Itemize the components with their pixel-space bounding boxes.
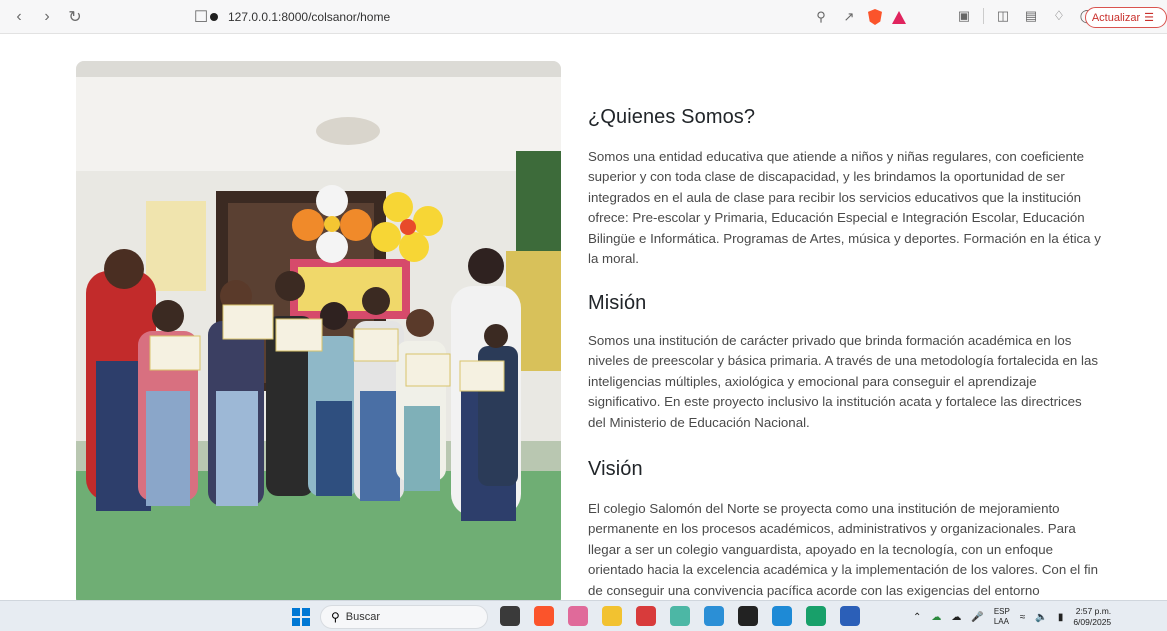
clock[interactable]: 2:57 p.m. 6/09/2025 <box>1073 606 1111 628</box>
battery-icon[interactable]: ▮ <box>1058 612 1064 623</box>
address-bar-actions: ⚲ ↗ <box>812 8 906 26</box>
clock-time: 2:57 p.m. <box>1075 606 1112 616</box>
search-icon: ⚲ <box>331 610 340 624</box>
url-text[interactable]: 127.0.0.1:8000/colsanor/home <box>228 10 390 24</box>
site-info-icon[interactable] <box>210 13 218 21</box>
forward-icon[interactable]: › <box>36 6 58 28</box>
app-icon[interactable] <box>670 606 690 626</box>
onedrive-icon[interactable]: ☁ <box>931 612 941 623</box>
word-icon[interactable] <box>840 606 860 626</box>
copilot-icon[interactable] <box>568 606 588 626</box>
vision-text: El colegio Salomón del Norte se proyecta… <box>588 501 1098 598</box>
toolbar-divider <box>983 8 984 24</box>
group-photo <box>76 61 561 606</box>
vscode-icon[interactable] <box>772 606 792 626</box>
file-explorer-icon[interactable] <box>602 606 622 626</box>
clock-date: 6/09/2025 <box>1073 617 1112 627</box>
back-icon[interactable]: ‹ <box>8 6 30 28</box>
browser-toolbar: ‹ › ↻ ☐ 127.0.0.1:8000/colsanor/home ⚲ ↗… <box>0 0 1167 34</box>
share-icon[interactable]: ↗ <box>840 8 858 26</box>
address-bar[interactable]: 127.0.0.1:8000/colsanor/home ⚲ ↗ <box>210 6 906 28</box>
nav-buttons: ‹ › ↻ <box>8 6 86 28</box>
update-label: Actualizar <box>1091 11 1141 24</box>
search-label: Buscar <box>345 611 381 623</box>
taskbar-apps <box>500 606 860 626</box>
menu-icon: ☰ <box>1144 12 1154 24</box>
about-text: Somos una entidad educativa que atiende … <box>588 149 1101 267</box>
language-top: ESP <box>993 607 1010 616</box>
group-photo-image <box>76 61 561 606</box>
volume-icon[interactable]: 🔈 <box>1035 612 1047 623</box>
windows-taskbar: ⚲ Buscar ⌃ ☁ ☁ 🎤 ESP LAA ≈ 🔈 ▮ 2:57 p.m.… <box>0 600 1167 631</box>
update-button[interactable]: Actualizar ☰ <box>1084 7 1167 28</box>
terminal-icon[interactable] <box>738 606 758 626</box>
sidebar-icon[interactable]: ◫ <box>994 7 1012 25</box>
wallet-icon[interactable]: ▤ <box>1022 7 1040 25</box>
cloud-sync-icon[interactable]: ☁ <box>951 612 961 623</box>
browser-app-icon[interactable] <box>704 606 724 626</box>
system-tray: ⌃ ☁ ☁ 🎤 ESP LAA ≈ 🔈 ▮ 2:57 p.m. 6/09/202… <box>913 606 1111 628</box>
vision-title: Visión <box>588 458 643 480</box>
taskbar-search[interactable]: ⚲ Buscar <box>320 605 488 629</box>
about-title: ¿Quienes Somos? <box>588 106 756 128</box>
windows-start-icon[interactable] <box>292 608 310 626</box>
anydesk-icon[interactable] <box>636 606 656 626</box>
language-indicator[interactable]: ESP LAA <box>994 607 1010 627</box>
mission-title: Misión <box>588 292 647 314</box>
reader-mode-icon[interactable]: ▣ <box>955 7 973 25</box>
extensions-icon[interactable]: ♢ <box>1050 7 1068 25</box>
browser-tools: ▣ ◫ ▤ ♢ ◯ <box>955 7 1096 25</box>
brave-browser-icon[interactable] <box>534 606 554 626</box>
reload-icon[interactable]: ↻ <box>64 6 86 28</box>
mission-text: Somos una institución de carácter privad… <box>588 333 1099 430</box>
chevron-up-icon[interactable]: ⌃ <box>913 612 921 623</box>
brave-rewards-icon[interactable] <box>892 10 906 24</box>
zoom-icon[interactable]: ⚲ <box>812 8 830 26</box>
language-bottom: LAA <box>993 617 1009 626</box>
bookmark-icon[interactable]: ☐ <box>190 6 212 28</box>
edge-icon[interactable] <box>806 606 826 626</box>
task-view-icon[interactable] <box>500 606 520 626</box>
brave-shields-icon[interactable] <box>868 9 882 25</box>
wifi-icon[interactable]: ≈ <box>1020 612 1026 623</box>
microphone-icon[interactable]: 🎤 <box>971 612 983 623</box>
